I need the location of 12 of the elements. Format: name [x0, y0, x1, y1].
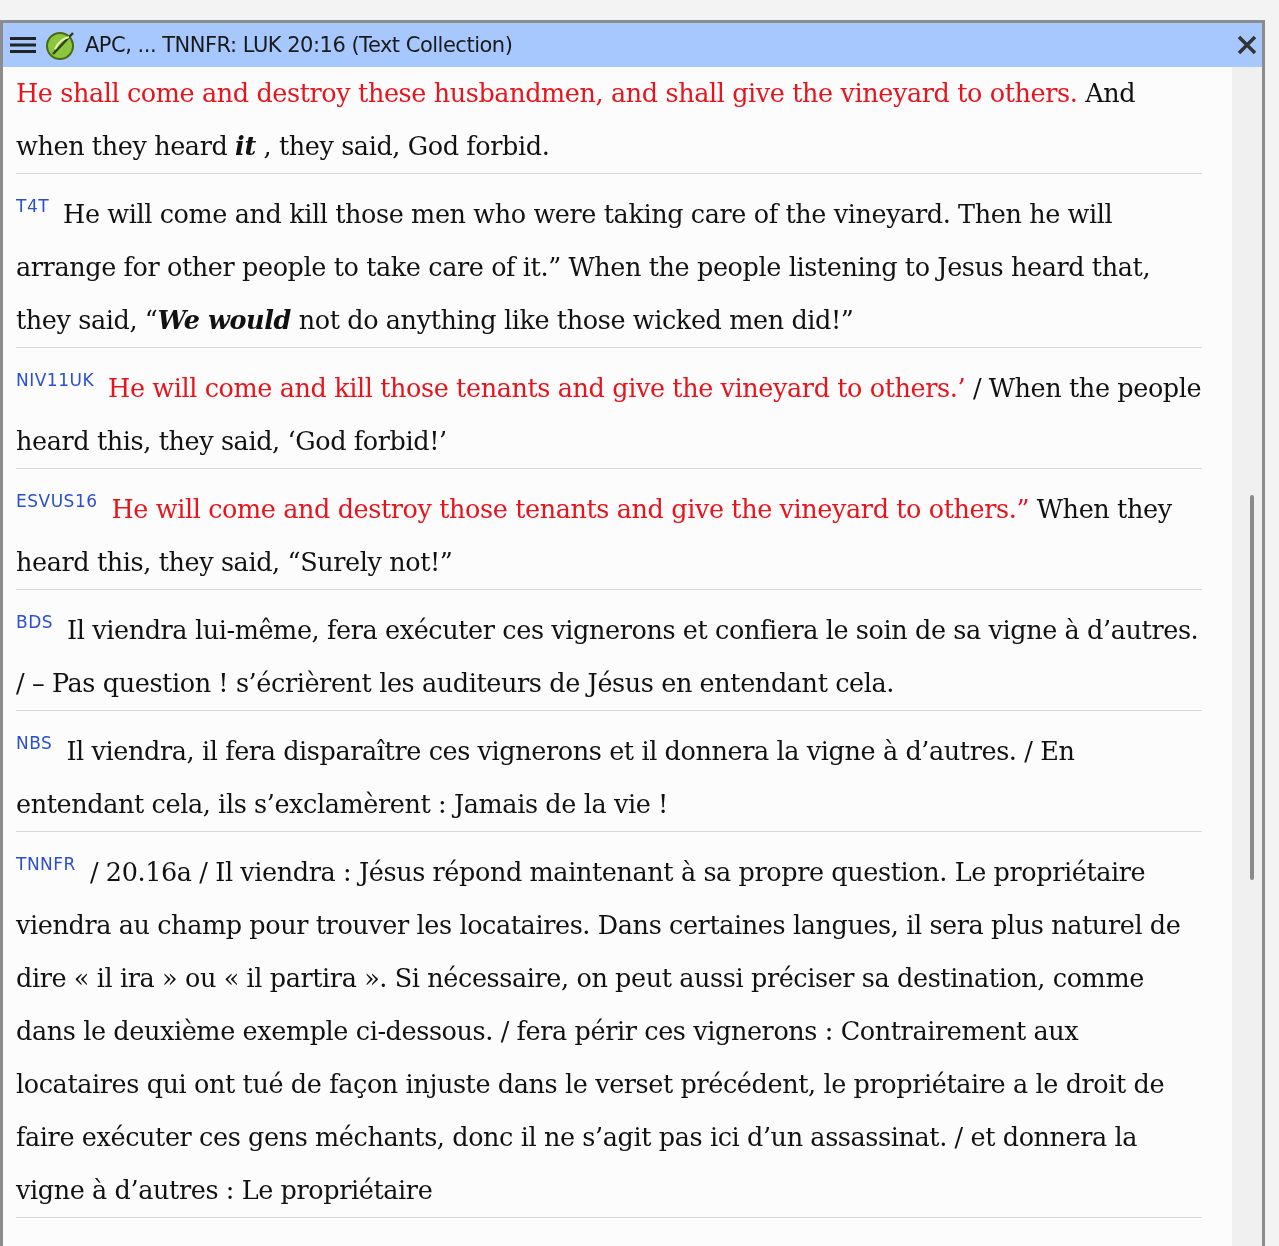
leaf-icon	[45, 29, 77, 61]
verse-text: $^{NBS}$ Il viendra, il fera disparaître ces vignerons et il donnera la vigne à d’autres. / En entendant cela, ils s’exclamèrent : Jamais de la vie !	[16, 711, 1202, 832]
verse-text: $^{NIV11UK}$ He will come and kill those tenants and give the vineyard to others.’ / When the people heard this, they said, ‘God forbid!’	[16, 348, 1202, 469]
verse-text: He shall come and destroy these husbandmen, and shall give the vineyard to others. And when they heard it , they said, God forbid.	[16, 67, 1202, 174]
window-title: APC, ... TNNFR: LUK 20:16 (Text Collection)	[85, 33, 514, 57]
scrollbar-thumb[interactable]	[1250, 495, 1254, 880]
verse-text: $^{BDS}$ Il viendra lui-même, fera exécuter ces vignerons et confiera le soin de sa vigne à d’autres. / – Pas question ! s’écrièrent les auditeurs de Jésus en entendant cela.	[16, 590, 1202, 711]
menu-icon[interactable]	[9, 35, 37, 55]
verse-text: $^{ESVUS16}$ He will come and destroy those tenants and give the vineyard to others.” When they heard this, they said, “Surely not!”	[16, 469, 1202, 590]
verse-text: $^{TNNFR}$ / 20.16a / Il viendra : Jésus répond maintenant à sa propre question. Le propriétaire viendra au champ pour trouver les locataires. Dans certaines langues, il sera plus naturel de dire « il ira » ou « il partira ». Si nécessaire, on peut aussi préciser sa destination, comme dans le deuxième exemple ci-dessous. / fera périr ces vignerons : Contrairement aux locataires qui ont tué de façon injuste dans le verset précédent, le propriétaire a le droit de faire exécuter ces gens méchants, donc il ne s’agit pas ici d’un assassinat. / et donnera la vigne à d’autres : Le propriétaire	[16, 832, 1202, 1218]
close-icon[interactable]	[1236, 34, 1258, 56]
verse-text: $^{T4T}$ He will come and kill those men who were taking care of the vineyard. Then he will arrange for other people to take care of it.” When the people listening to Jesus heard that, they said, “We would not do anything like those wicked men did!”	[16, 174, 1202, 348]
